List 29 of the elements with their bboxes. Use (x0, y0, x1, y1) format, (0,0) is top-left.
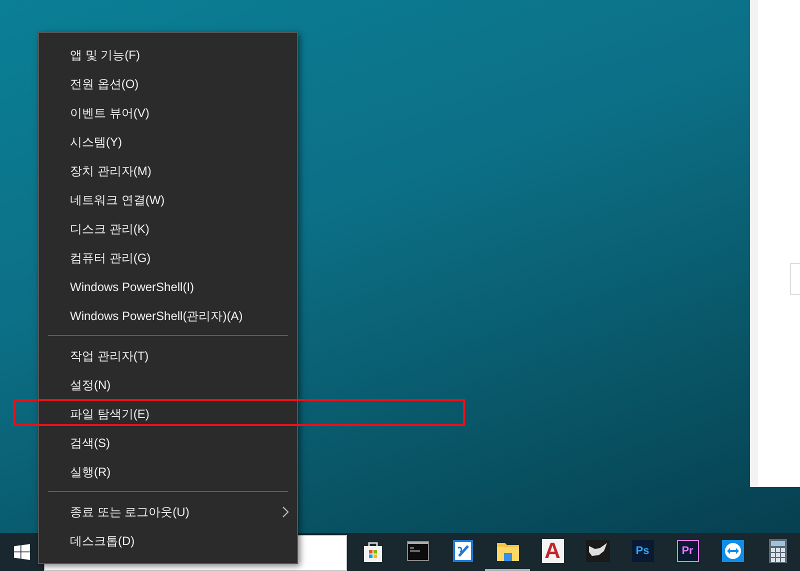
menu-item[interactable]: 디스크 관리(K) (39, 214, 297, 243)
menu-item[interactable]: 전원 옵션(O) (39, 69, 297, 98)
taskbar-app-button[interactable]: A (530, 533, 575, 571)
folder-icon (496, 541, 518, 561)
app-badge-icon: Ps (632, 540, 654, 562)
calculator-icon (768, 539, 786, 563)
menu-item[interactable]: 데스크톱(D) (39, 526, 297, 555)
app-badge-icon: Pr (676, 540, 698, 562)
menu-item[interactable]: 시스템(Y) (39, 127, 297, 156)
taskbar-app-button[interactable]: Pr (665, 533, 710, 571)
chevron-right-icon (282, 506, 289, 518)
menu-item[interactable]: 이벤트 뷰어(V) (39, 98, 297, 127)
menu-item[interactable]: 컴퓨터 관리(G) (39, 243, 297, 272)
double-arrow-icon (722, 540, 744, 562)
menu-item[interactable]: 종료 또는 로그아웃(U) (39, 497, 297, 526)
menu-item[interactable]: Windows PowerShell(I) (39, 272, 297, 301)
menu-item[interactable]: 실행(R) (39, 457, 297, 486)
menu-item[interactable]: 장치 관리자(M) (39, 156, 297, 185)
pen-document-icon (452, 540, 472, 562)
menu-item[interactable]: Windows PowerShell(관리자)(A) (39, 301, 297, 330)
menu-item[interactable]: 앱 및 기능(F) (39, 40, 297, 69)
taskbar-app-button[interactable]: Ps (620, 533, 665, 571)
menu-item[interactable]: 네트워크 연결(W) (39, 185, 297, 214)
menu-item[interactable]: 검색(S) (39, 428, 297, 457)
windows-logo-icon (14, 544, 30, 560)
menu-item[interactable]: 작업 관리자(T) (39, 341, 297, 370)
menu-item[interactable]: 설정(N) (39, 370, 297, 399)
terminal-icon (406, 541, 428, 561)
letter-tile-icon: A (542, 539, 564, 563)
